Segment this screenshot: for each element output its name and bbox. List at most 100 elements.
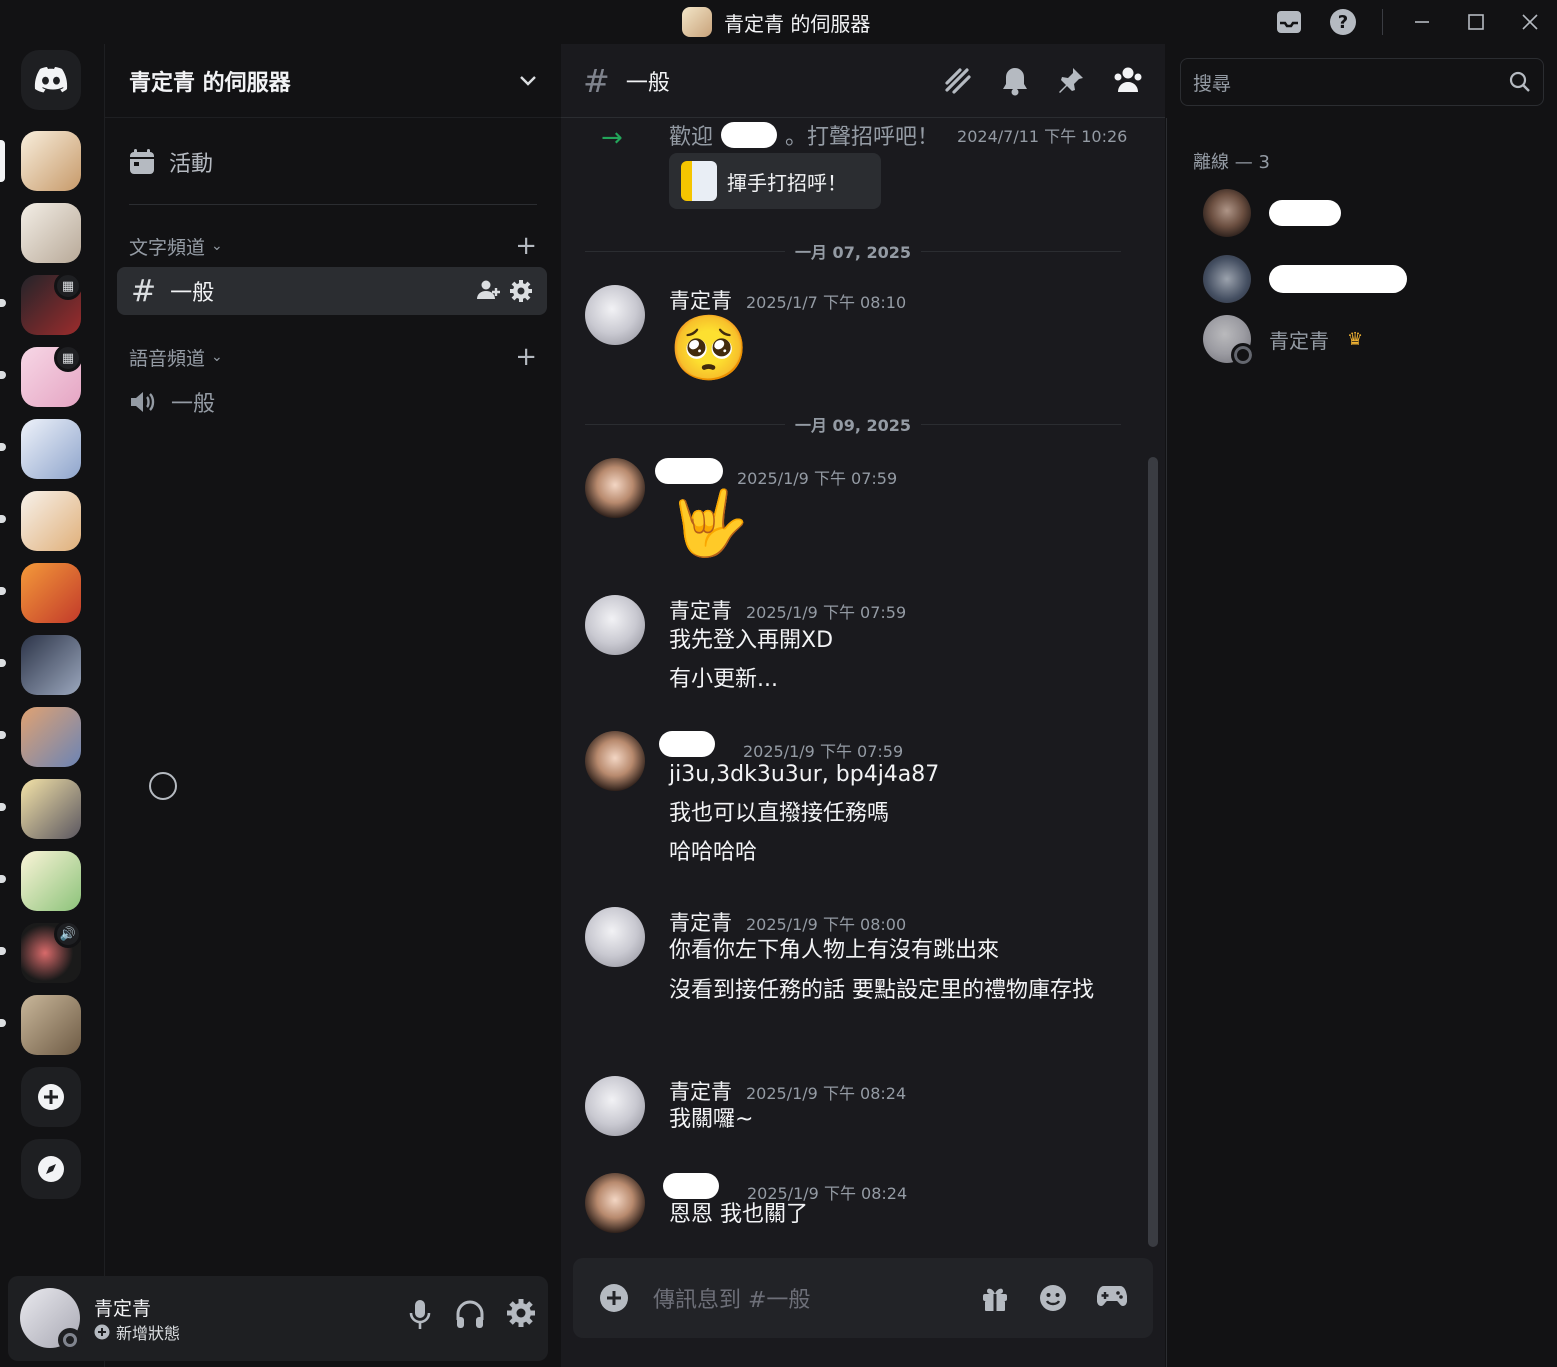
discover-button[interactable]: [21, 1139, 81, 1199]
avatar[interactable]: [585, 1076, 645, 1136]
search-placeholder: 搜尋: [1193, 72, 1232, 95]
bell-icon[interactable]: [1001, 66, 1029, 96]
message-author[interactable]: 青定青: [669, 595, 732, 625]
unread-indicator: [0, 587, 6, 595]
server-icon-7[interactable]: [21, 563, 81, 623]
server-icon-6[interactable]: [21, 491, 81, 551]
composer-placeholder[interactable]: 傳訊息到 #一般: [653, 1282, 810, 1314]
member-item[interactable]: [1203, 254, 1425, 304]
message[interactable]: 2025/1/9 下午 07:59 ji3u,3dk3u3ur, bp4j4a8…: [585, 731, 1125, 881]
server-icon-current[interactable]: [21, 131, 81, 191]
member-item[interactable]: 青定青 ♛: [1203, 314, 1363, 367]
unread-indicator: [0, 299, 6, 307]
message-text: 你看你左下角人物上有沒有跳出來: [669, 938, 1000, 963]
message[interactable]: 2025/1/9 下午 07:59 🤟: [585, 458, 1125, 568]
server-icon: [682, 7, 712, 37]
voice-channel-category[interactable]: 語音頻道 ⌄ +: [129, 342, 537, 372]
add-channel-button[interactable]: +: [515, 231, 537, 261]
title-bar: 青定青 的伺服器 ?: [0, 0, 1557, 44]
message-list[interactable]: → 歡迎 。打聲招呼吧！ 2024/7/11 下午 10:26 揮手打招呼！ 一…: [561, 119, 1165, 1299]
discord-home-icon[interactable]: [21, 50, 81, 110]
chevron-down-icon: ⌄: [211, 238, 223, 254]
server-icon-2[interactable]: [21, 203, 81, 263]
emoji-icon[interactable]: [1039, 1284, 1067, 1312]
help-icon[interactable]: ?: [1316, 0, 1370, 44]
unread-indicator: [0, 659, 6, 667]
wave-button-label: 揮手打招呼！: [727, 170, 847, 195]
gift-icon[interactable]: [981, 1284, 1009, 1312]
close-icon[interactable]: [1503, 0, 1557, 44]
unread-indicator: [0, 803, 6, 811]
member-group-header: 離線 — 3: [1193, 152, 1270, 173]
message[interactable]: 青定青 2025/1/9 下午 08:24 我關囉~: [585, 1076, 1125, 1156]
events-item[interactable]: 活動: [129, 142, 213, 182]
search-input[interactable]: 搜尋: [1180, 58, 1544, 106]
username[interactable]: 青定青: [94, 1294, 151, 1321]
voice-channel-general[interactable]: 一般: [129, 382, 215, 422]
window-controls: ?: [1262, 0, 1557, 44]
avatar[interactable]: [585, 595, 645, 655]
chevron-down-icon: ⌄: [211, 349, 223, 365]
avatar[interactable]: [585, 907, 645, 967]
wave-button[interactable]: 揮手打招呼！: [669, 153, 881, 209]
avatar[interactable]: [585, 1173, 645, 1233]
pleading-face-emoji: 🥺: [669, 312, 749, 386]
date-label: 一月 09, 2025: [794, 416, 912, 435]
date-label: 一月 07, 2025: [794, 243, 912, 262]
join-arrow-icon: →: [601, 123, 623, 153]
message-author[interactable]: 青定青: [669, 285, 732, 315]
avatar[interactable]: [585, 285, 645, 345]
message-author[interactable]: 青定青: [669, 907, 732, 937]
message[interactable]: 青定青 2025/1/7 下午 08:10 🥺: [585, 285, 1125, 395]
system-welcome-message: 歡迎 。打聲招呼吧！ 2024/7/11 下午 10:26: [669, 119, 1127, 151]
message[interactable]: 青定青 2025/1/9 下午 07:59 我先登入再開XD 有小更新...: [585, 595, 1125, 705]
invite-member-icon[interactable]: [477, 279, 501, 303]
gear-icon[interactable]: [509, 279, 533, 303]
pin-icon[interactable]: [1057, 66, 1085, 96]
message-composer[interactable]: 傳訊息到 #一般: [573, 1258, 1153, 1338]
members-icon[interactable]: [1113, 66, 1143, 96]
minimize-icon[interactable]: [1395, 0, 1449, 44]
message[interactable]: 2025/1/9 下午 08:24 恩恩 我也關了: [585, 1173, 1125, 1253]
message[interactable]: 青定青 2025/1/9 下午 08:00 你看你左下角人物上有沒有跳出來 沒看…: [585, 907, 1125, 1057]
threads-icon[interactable]: [943, 66, 973, 96]
speaker-icon: [129, 389, 157, 415]
server-icon-13[interactable]: [21, 995, 81, 1055]
server-icon-9[interactable]: [21, 707, 81, 767]
headphones-icon[interactable]: [454, 1298, 486, 1332]
server-header[interactable]: 青定青 的伺服器: [105, 44, 561, 118]
add-attachment-icon[interactable]: [599, 1283, 629, 1313]
server-icon-8[interactable]: [21, 635, 81, 695]
composer-tools: [981, 1284, 1127, 1312]
server-icon-5[interactable]: [21, 419, 81, 479]
user-panel: 青定青 新增狀態: [8, 1276, 548, 1361]
channel-title: 一般: [625, 70, 670, 96]
set-status-button[interactable]: 新增狀態: [94, 1320, 180, 1344]
add-server-button[interactable]: [21, 1067, 81, 1127]
settings-gear-icon[interactable]: [506, 1298, 536, 1332]
scrollbar[interactable]: [1148, 457, 1158, 1247]
unread-indicator: [0, 515, 6, 523]
member-name: 青定青: [1269, 328, 1329, 353]
avatar[interactable]: [585, 458, 645, 518]
channel-name: 一般: [170, 281, 215, 306]
member-item[interactable]: [1203, 188, 1359, 238]
event-badge-icon: ▦: [54, 344, 82, 372]
text-channel-category[interactable]: 文字頻道 ⌄ +: [129, 231, 537, 261]
message-header: 青定青 2025/1/9 下午 08:24: [669, 1076, 906, 1106]
microphone-icon[interactable]: [406, 1298, 434, 1332]
maximize-icon[interactable]: [1449, 0, 1503, 44]
message-author[interactable]: 青定青: [669, 1076, 732, 1106]
events-label: 活動: [169, 152, 214, 177]
server-rail: ▦ ▦ 🔊: [0, 44, 104, 1367]
add-channel-button[interactable]: +: [515, 342, 537, 372]
gamepad-icon[interactable]: [1097, 1284, 1127, 1312]
inbox-icon[interactable]: [1262, 0, 1316, 44]
search-icon[interactable]: [1509, 71, 1531, 93]
server-icon-11[interactable]: [21, 851, 81, 911]
message-header: 青定青 2025/1/9 下午 07:59: [669, 595, 906, 625]
avatar[interactable]: [585, 731, 645, 791]
channel-item-general[interactable]: # 一般: [117, 267, 547, 315]
server-icon-10[interactable]: [21, 779, 81, 839]
redacted-username: [659, 731, 715, 757]
